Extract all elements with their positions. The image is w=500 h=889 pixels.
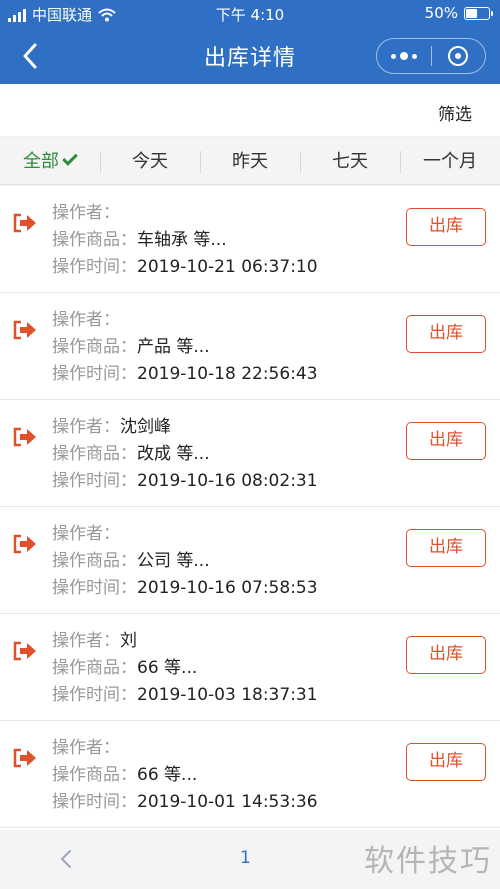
tab-yesterday[interactable]: 昨天	[200, 139, 300, 185]
tab-one-month[interactable]: 一个月	[400, 139, 500, 185]
close-mini-program-button[interactable]	[432, 39, 486, 73]
time-value: 2019-10-18 22:56:43	[137, 364, 318, 384]
tab-seven-days[interactable]: 七天	[300, 139, 400, 185]
status-bar: 中国联通 下午 4:10 50%	[0, 0, 500, 28]
operator-label: 操作者：	[52, 738, 120, 758]
exit-arrow-icon	[13, 213, 36, 233]
nav-bar: 出库详情	[0, 28, 500, 84]
goods-label: 操作商品：	[52, 230, 137, 250]
current-page[interactable]: 1	[240, 848, 251, 868]
time-label: 操作时间：	[52, 685, 137, 705]
time-label: 操作时间：	[52, 471, 137, 491]
more-dots-icon	[390, 52, 417, 60]
operator-label: 操作者：	[52, 631, 120, 651]
list-item[interactable]: 操作者：刘 操作商品：66 等... 操作时间：2019-10-03 18:37…	[0, 614, 500, 721]
time-label: 操作时间：	[52, 792, 137, 812]
tab-label: 昨天	[232, 150, 268, 172]
goods-label: 操作商品：	[52, 337, 137, 357]
goods-label: 操作商品：	[52, 658, 137, 678]
operator-label: 操作者：	[52, 524, 120, 544]
mini-program-capsule	[376, 38, 486, 74]
record-list: 操作者： 操作商品：车轴承 等... 操作时间：2019-10-21 06:37…	[0, 186, 500, 830]
prev-page-button[interactable]	[60, 844, 80, 874]
operator-label: 操作者：	[52, 417, 120, 437]
tab-label: 一个月	[423, 150, 477, 172]
goods-value: 产品 等...	[137, 337, 210, 357]
time-label: 操作时间：	[52, 257, 137, 277]
goods-value: 66 等...	[137, 658, 198, 678]
time-label: 操作时间：	[52, 364, 137, 384]
list-item[interactable]: 操作者：沈剑峰 操作商品：改成 等... 操作时间：2019-10-16 08:…	[0, 400, 500, 507]
goods-label: 操作商品：	[52, 444, 137, 464]
list-item[interactable]: 操作者： 操作商品：公司 等... 操作时间：2019-10-16 07:58:…	[0, 507, 500, 614]
list-item[interactable]: 操作者： 操作商品：66 等... 操作时间：2019-10-01 14:53:…	[0, 721, 500, 828]
time-value: 2019-10-21 06:37:10	[137, 257, 318, 277]
outbound-button[interactable]: 出库	[406, 743, 486, 781]
time-label: 操作时间：	[52, 578, 137, 598]
goods-value: 改成 等...	[137, 444, 210, 464]
time-value: 2019-10-03 18:37:31	[137, 685, 318, 705]
battery-icon	[464, 6, 493, 20]
goods-value: 公司 等...	[137, 551, 210, 571]
exit-arrow-icon	[13, 427, 36, 447]
tab-label: 今天	[132, 150, 168, 172]
target-circle-icon	[448, 46, 469, 66]
exit-arrow-icon	[13, 748, 36, 768]
goods-label: 操作商品：	[52, 551, 137, 571]
filter-bar: 筛选	[0, 84, 500, 136]
outbound-button[interactable]: 出库	[406, 315, 486, 353]
time-value: 2019-10-16 08:02:31	[137, 471, 318, 491]
outbound-button[interactable]: 出库	[406, 529, 486, 567]
operator-label: 操作者：	[52, 310, 120, 330]
time-value: 2019-10-01 14:53:36	[137, 792, 318, 812]
goods-label: 操作商品：	[52, 765, 137, 785]
tab-label: 全部	[23, 150, 59, 172]
outbound-button[interactable]: 出库	[406, 422, 486, 460]
checkmark-icon	[62, 149, 78, 166]
outbound-button[interactable]: 出库	[406, 636, 486, 674]
tab-today[interactable]: 今天	[100, 139, 200, 185]
outbound-button[interactable]: 出库	[406, 208, 486, 246]
more-button[interactable]	[377, 39, 431, 73]
watermark: 软件技巧	[364, 844, 492, 879]
exit-arrow-icon	[13, 320, 36, 340]
operator-value: 沈剑峰	[120, 417, 171, 437]
time-value: 2019-10-16 07:58:53	[137, 578, 318, 598]
filter-button[interactable]: 筛选	[438, 100, 472, 125]
list-item[interactable]: 操作者： 操作商品：车轴承 等... 操作时间：2019-10-21 06:37…	[0, 186, 500, 293]
tab-all[interactable]: 全部	[0, 139, 100, 185]
goods-value: 车轴承 等...	[137, 230, 227, 250]
exit-arrow-icon	[13, 534, 36, 554]
goods-value: 66 等...	[137, 765, 198, 785]
list-item[interactable]: 操作者： 操作商品：产品 等... 操作时间：2019-10-18 22:56:…	[0, 293, 500, 400]
exit-arrow-icon	[13, 641, 36, 661]
operator-label: 操作者：	[52, 203, 120, 223]
operator-value: 刘	[120, 631, 137, 651]
tab-label: 七天	[332, 150, 368, 172]
chevron-left-icon	[60, 850, 71, 868]
date-range-tabs: 全部 今天 昨天 七天 一个月	[0, 139, 500, 185]
battery-percent: 50%	[424, 4, 458, 22]
